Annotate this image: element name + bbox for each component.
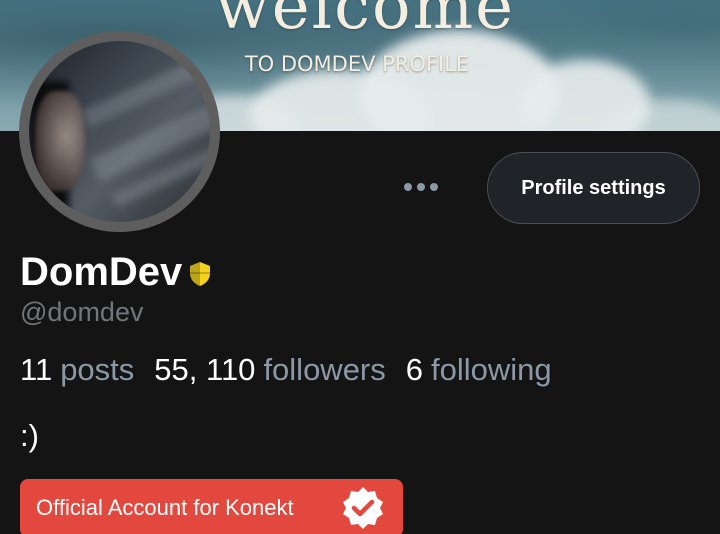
stat-followers-value: 55, 110 (154, 352, 256, 387)
stat-followers[interactable]: 55, 110 followers (154, 352, 385, 388)
profile-settings-button[interactable]: Profile settings (487, 152, 700, 224)
name-row: DomDev (20, 250, 212, 294)
profile-handle: @domdev (20, 297, 144, 327)
profile-stats: 11 posts 55, 110 followers 6 following (20, 352, 572, 388)
more-options-button[interactable] (396, 172, 446, 202)
stat-posts-label: posts (60, 352, 135, 387)
stat-posts[interactable]: 11 posts (20, 352, 134, 388)
profile-page: welcome TO DOMDEV PROFILE Profile settin… (0, 0, 720, 534)
official-account-badge: Official Account for Konekt (20, 479, 403, 534)
shield-badge-icon (190, 262, 211, 286)
avatar-image (29, 41, 210, 222)
more-horizontal-icon (404, 183, 412, 191)
verified-check-icon (343, 487, 383, 529)
avatar[interactable] (19, 31, 220, 232)
stat-posts-value: 11 (20, 352, 53, 387)
stat-following[interactable]: 6 following (406, 352, 552, 388)
stat-followers-label: followers (263, 352, 386, 387)
profile-bio: :) (20, 418, 39, 453)
stat-following-value: 6 (405, 352, 424, 387)
stat-following-label: following (431, 352, 552, 387)
banner-subtitle: TO DOMDEV PROFILE (244, 52, 470, 76)
display-name: DomDev (20, 250, 183, 294)
banner-title: welcome (214, 0, 516, 44)
official-badge-label: Official Account for Konekt (36, 495, 294, 520)
